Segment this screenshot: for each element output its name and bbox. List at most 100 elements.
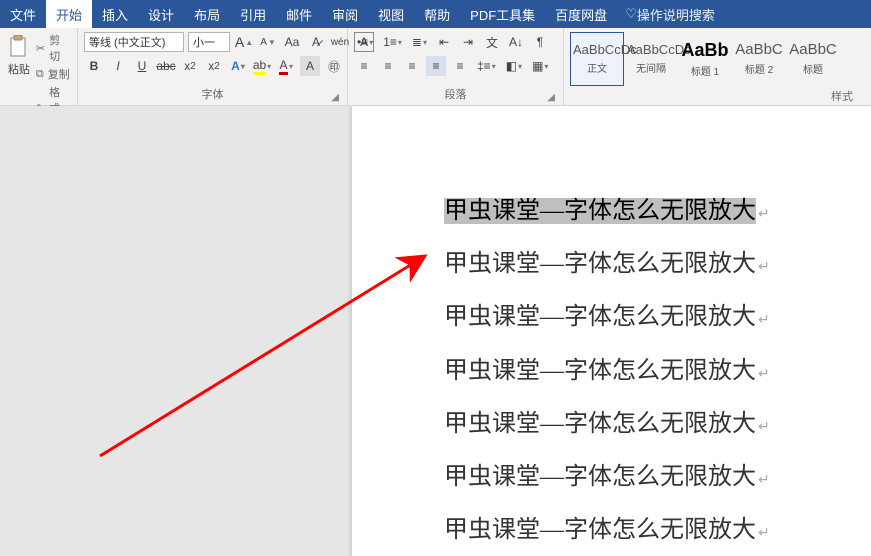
style-heading-2[interactable]: AaBbC 标题 2 [732,32,786,86]
copy-label: 复制 [48,66,70,82]
tab-layout[interactable]: 布局 [184,0,230,28]
line-spacing-button[interactable]: ‡≡▾ [474,56,499,76]
return-mark-icon: ↵ [758,420,770,435]
char-shading-button[interactable]: A [300,56,320,76]
tab-help[interactable]: 帮助 [414,0,460,28]
paste-icon [8,35,30,61]
group-font: A▲ A▼ Aa A̷ wén A B I U abc x2 x2 A▾ ab▾… [78,28,348,105]
paragraph-group-label: 段落 ◢ [354,84,557,105]
bullets-button[interactable]: •≡▾ [354,32,376,52]
lightbulb-icon: ♡ [625,6,637,22]
group-paragraph: •≡▾ 1≡▾ ≣▾ ⇤ ⇥ 文 A↓ ¶ ≡ ≡ ≡ ≡ ≡ ‡≡▾ ◧▾ ▦… [348,28,564,105]
style-name: 标题 [789,61,837,76]
clear-formatting-button[interactable]: A̷ [306,32,326,52]
tab-references[interactable]: 引用 [230,0,276,28]
font-size-combo[interactable] [188,32,230,52]
doc-line[interactable]: 甲虫课堂—字体怎么无限放大↵ [444,409,871,440]
ribbon: 粘贴 ✂剪切 ⧉复制 ✎格式刷 剪贴板 ◢ A▲ A▼ Aa A̷ wén A [0,28,871,106]
change-case-button[interactable]: Aa [282,32,302,52]
doc-line[interactable]: 甲虫课堂—字体怎么无限放大↵ [444,462,871,493]
copy-icon: ⧉ [36,68,44,81]
paste-label: 粘贴 [8,61,30,77]
style-preview: AaBb [681,41,729,59]
style-name: 标题 1 [681,63,729,78]
return-mark-icon: ↵ [758,367,770,382]
style-name: 正文 [573,60,621,75]
distributed-button[interactable]: ≡ [450,56,470,76]
subscript-button[interactable]: x2 [180,56,200,76]
text-effects-button[interactable]: A▾ [228,56,248,76]
shading-button[interactable]: ◧▾ [503,56,525,76]
scissors-icon: ✂ [36,42,45,55]
font-color-button[interactable]: A▾ [276,56,296,76]
increase-indent-button[interactable]: ⇥ [458,32,478,52]
decrease-indent-button[interactable]: ⇤ [434,32,454,52]
doc-line[interactable]: 甲虫课堂—字体怎么无限放大↵ [444,515,871,546]
style-preview: AaBbC [735,42,783,57]
superscript-button[interactable]: x2 [204,56,224,76]
bold-button[interactable]: B [84,56,104,76]
style-normal[interactable]: AaBbCcDc 正文 [570,32,624,86]
text-direction-button[interactable]: 文 [482,32,502,52]
paste-button[interactable]: 粘贴 [6,32,32,80]
group-styles: AaBbCcDc 正文 AaBbCcDc 无间隔 AaBb 标题 1 AaBbC… [564,28,871,105]
style-preview: AaBbC [789,42,837,57]
align-center-button[interactable]: ≡ [378,56,398,76]
tab-file[interactable]: 文件 [0,0,46,28]
align-left-button[interactable]: ≡ [354,56,374,76]
shrink-font-button[interactable]: A▼ [258,32,278,52]
grow-font-button[interactable]: A▲ [234,32,254,52]
tab-baidu-netdisk[interactable]: 百度网盘 [545,0,617,28]
show-marks-button[interactable]: ¶ [530,32,550,52]
phonetic-guide-button[interactable]: wén [330,32,350,52]
font-group-label: 字体 ◢ [84,84,341,105]
style-heading-1[interactable]: AaBb 标题 1 [678,32,732,86]
numbering-button[interactable]: 1≡▾ [380,32,405,52]
document-workspace: I 甲虫课堂—字体怎么无限放大↵ 甲虫课堂—字体怎么无限放大↵ 甲虫课堂—字体怎… [0,106,871,556]
italic-button[interactable]: I [108,56,128,76]
return-mark-icon: ↵ [758,526,770,541]
group-clipboard: 粘贴 ✂剪切 ⧉复制 ✎格式刷 剪贴板 ◢ [0,28,78,105]
style-name: 无间隔 [627,60,675,75]
return-mark-icon: ↵ [758,473,770,488]
style-title[interactable]: AaBbC 标题 [786,32,840,86]
return-mark-icon: ↵ [758,313,770,328]
doc-line[interactable]: 甲虫课堂—字体怎么无限放大↵ [444,249,871,280]
style-gallery: AaBbCcDc 正文 AaBbCcDc 无间隔 AaBb 标题 1 AaBbC… [570,32,840,86]
style-no-spacing[interactable]: AaBbCcDc 无间隔 [624,32,678,86]
enclose-char-button[interactable]: ㊞ [324,56,344,76]
styles-group-label: 样式 [570,86,865,107]
tab-mailings[interactable]: 邮件 [276,0,322,28]
style-preview: AaBbCcDc [627,43,675,56]
multilevel-list-button[interactable]: ≣▾ [409,32,430,52]
doc-line[interactable]: 甲虫课堂—字体怎么无限放大↵ [444,302,871,333]
tab-review[interactable]: 审阅 [322,0,368,28]
tell-me-search[interactable]: ♡ 操作说明搜索 [617,0,723,28]
justify-button[interactable]: ≡ [426,56,446,76]
tab-view[interactable]: 视图 [368,0,414,28]
font-name-combo[interactable] [84,32,184,52]
tab-insert[interactable]: 插入 [92,0,138,28]
tell-me-label: 操作说明搜索 [637,5,715,24]
borders-button[interactable]: ▦▾ [529,56,551,76]
font-launcher-icon[interactable]: ◢ [331,92,339,103]
tab-strip: 文件 开始 插入 设计 布局 引用 邮件 审阅 视图 帮助 PDF工具集 百度网… [0,0,871,28]
return-mark-icon: ↵ [758,207,770,222]
paragraph-launcher-icon[interactable]: ◢ [547,92,555,103]
underline-button[interactable]: U [132,56,152,76]
style-preview: AaBbCcDc [573,43,621,56]
strikethrough-button[interactable]: abc [156,56,176,76]
tab-pdf-tools[interactable]: PDF工具集 [460,0,545,28]
cut-label: 剪切 [49,32,71,64]
doc-line[interactable]: 甲虫课堂—字体怎么无限放大↵ [444,196,871,227]
copy-button[interactable]: ⧉ 复制 [36,66,71,82]
tab-home[interactable]: 开始 [46,0,92,28]
document-page[interactable]: 甲虫课堂—字体怎么无限放大↵ 甲虫课堂—字体怎么无限放大↵ 甲虫课堂—字体怎么无… [352,106,871,556]
highlight-color-button[interactable]: ab▾ [252,56,272,76]
sort-button[interactable]: A↓ [506,32,526,52]
doc-line[interactable]: 甲虫课堂—字体怎么无限放大↵ [444,356,871,387]
cut-button[interactable]: ✂ 剪切 [36,32,71,64]
tab-design[interactable]: 设计 [138,0,184,28]
align-right-button[interactable]: ≡ [402,56,422,76]
style-name: 标题 2 [735,61,783,76]
